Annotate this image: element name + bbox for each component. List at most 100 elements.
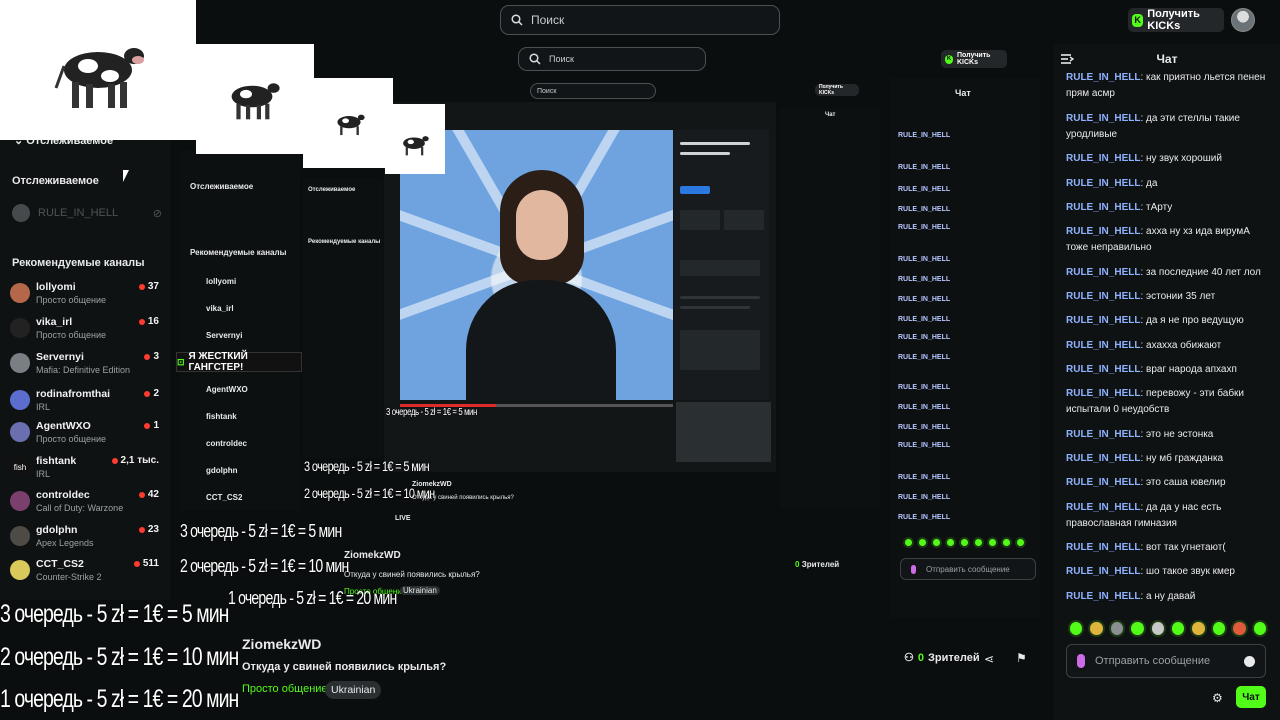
queue-line: 3 очередь - 5 zł = 1€ = 5 мин — [180, 521, 342, 541]
chat-username[interactable]: RULE_IN_HELL — [1066, 113, 1140, 124]
avatar — [10, 390, 30, 410]
dancing-cow-icon — [398, 125, 430, 163]
chat-username[interactable]: RULE_IN_HELL — [1066, 388, 1140, 399]
nested-chat-user: RULE_IN_HELL — [898, 494, 951, 501]
chat-username[interactable]: RULE_IN_HELL — [1066, 291, 1140, 302]
emote-icon[interactable] — [1170, 620, 1187, 637]
chat-username[interactable]: RULE_IN_HELL — [1066, 477, 1140, 488]
chat-input[interactable]: Отправить сообщение — [1066, 644, 1266, 678]
emote-icon[interactable] — [1231, 620, 1248, 637]
viewer-count: 23 — [139, 524, 159, 535]
chat-text: : ну мб гражданка — [1140, 453, 1224, 464]
nested-chat-user: RULE_IN_HELL — [898, 442, 951, 449]
sidebar-item-channel[interactable]: controldec Call of Duty: Warzone 42 — [10, 488, 160, 520]
avatar — [10, 491, 30, 511]
sidebar-item-channel[interactable]: CCT_CS2 Counter-Strike 2 511 — [10, 557, 160, 589]
sidebar-item-channel[interactable]: gdolphn Apex Legends 23 — [10, 523, 160, 555]
chat-text: : враг народа апхахп — [1140, 364, 1237, 375]
chat-text: : это саша ювелир — [1140, 477, 1226, 488]
sidebar-item-channel[interactable]: fish fishtank IRL 2,1 тыс. — [10, 454, 160, 486]
avatar — [10, 353, 30, 373]
chat-username[interactable]: RULE_IN_HELL — [1066, 153, 1140, 164]
dancing-cow-icon — [222, 66, 282, 130]
gear-icon[interactable]: ⚙ — [1212, 692, 1224, 704]
chat-text: : эстонии 35 лет — [1140, 291, 1216, 302]
chat-message: RULE_IN_HELL: шо такое звук кмер — [1066, 564, 1266, 580]
stream-title: Откуда у свиней появились крылья? — [242, 661, 447, 673]
mic-icon[interactable] — [1077, 654, 1085, 668]
chat-username[interactable]: RULE_IN_HELL — [1066, 542, 1140, 553]
mic-icon — [911, 564, 916, 574]
share-icon[interactable]: ⋖ — [984, 652, 994, 666]
chat-username[interactable]: RULE_IN_HELL — [1066, 502, 1140, 513]
chat-message: RULE_IN_HELL: ахха ну хз ида вирумА тоже… — [1066, 224, 1266, 256]
chat-username[interactable]: RULE_IN_HELL — [1066, 566, 1140, 577]
emote-icon[interactable] — [1108, 620, 1126, 637]
send-chat-button[interactable]: Чат — [1236, 686, 1266, 708]
search-icon — [511, 14, 523, 26]
search-placeholder: Поиск — [531, 13, 565, 27]
chat-username[interactable]: RULE_IN_HELL — [1066, 315, 1140, 326]
channel-category: IRL — [36, 469, 51, 479]
avatar — [10, 283, 30, 303]
banner-text: Я ЖЕСТКИЙ ГАНГСТЕР! — [188, 351, 248, 373]
chat-text: : ну звук хороший — [1140, 153, 1222, 164]
search-input[interactable]: Поиск — [500, 5, 780, 35]
emote-icon[interactable] — [1210, 620, 1228, 637]
chat-message: RULE_IN_HELL: перевожу - эти бабки испыт… — [1066, 386, 1266, 418]
avatar[interactable] — [1231, 8, 1255, 32]
chat-username[interactable]: RULE_IN_HELL — [1066, 226, 1140, 237]
chat-message: RULE_IN_HELL: ну мб гражданка — [1066, 451, 1266, 467]
channel-name: vika_irl — [36, 316, 73, 328]
sidebar-item-channel[interactable]: vika_irl Просто общение 16 — [10, 315, 160, 347]
offline-icon: ⊘ — [152, 207, 162, 220]
nested-viewer-count: 0 — [795, 560, 800, 569]
person-icon: ⚇ — [904, 652, 914, 664]
stream-tag[interactable]: Ukrainian — [325, 681, 382, 699]
channel-category: Просто общение — [36, 295, 106, 305]
channel-name: Servernyi — [36, 351, 84, 363]
get-kicks-button[interactable]: K Получить KICKs — [1128, 8, 1224, 32]
queue-line: 1 очередь - 5 zł = 1€ = 20 мин — [228, 588, 397, 608]
chat-username[interactable]: RULE_IN_HELL — [1066, 267, 1140, 278]
nested-chat-2 — [780, 108, 880, 508]
sidebar-item-followed[interactable]: RULE_IN_HELL ⊘ — [12, 203, 162, 223]
emote-icon[interactable] — [1129, 620, 1146, 637]
queue-line: 2 очередь - 5 zł = 1€ = 10 мин — [304, 485, 435, 501]
stream-category[interactable]: Просто общение — [242, 683, 328, 695]
chat-username[interactable]: RULE_IN_HELL — [1066, 429, 1140, 440]
avatar — [12, 204, 30, 222]
queue-line: 1 очередь - 5 zł = 1€ = 20 мин — [0, 685, 239, 713]
streamer-name[interactable]: ZiomekzWD — [242, 636, 321, 652]
emote-row — [1068, 620, 1269, 638]
sidebar-item-channel[interactable]: AgentWXO Просто общение 1 — [10, 419, 160, 451]
chat-panel — [1054, 44, 1280, 720]
viewer-count: 16 — [139, 316, 159, 327]
chat-text: : за последние 40 лет лол — [1140, 267, 1261, 278]
sidebar-item-channel[interactable]: lollyomi Просто общение 37 — [10, 280, 160, 312]
chat-username[interactable]: RULE_IN_HELL — [1066, 453, 1140, 464]
emote-icon[interactable] — [1149, 620, 1167, 637]
chat-username[interactable]: RULE_IN_HELL — [1066, 340, 1140, 351]
chat-message: RULE_IN_HELL: вот так угнетают( — [1066, 540, 1266, 556]
chat-username[interactable]: RULE_IN_HELL — [1066, 364, 1140, 375]
sidebar-item-channel[interactable]: Servernyi Mafia: Definitive Edition 3 — [10, 350, 160, 382]
gift-icon[interactable]: ⚑ — [1016, 651, 1027, 665]
chat-username[interactable]: RULE_IN_HELL — [1066, 202, 1140, 213]
get-kicks-label: Получить KICKs — [1147, 8, 1200, 32]
sidebar-item-channel[interactable]: rodinafromthai IRL 2 — [10, 387, 160, 419]
emote-icon[interactable] — [1190, 620, 1207, 637]
kick-logo-icon: K — [1132, 13, 1144, 27]
emote-icon[interactable] — [1068, 620, 1085, 637]
queue-line: 2 очередь - 5 zł = 1€ = 10 мин — [180, 556, 349, 576]
chat-message: RULE_IN_HELL: а ну давай — [1066, 589, 1266, 605]
avatar — [10, 318, 30, 338]
chat-username[interactable]: RULE_IN_HELL — [1066, 591, 1140, 602]
avatar — [10, 560, 30, 580]
emoji-icon[interactable] — [1244, 656, 1255, 667]
emote-icon[interactable] — [1251, 620, 1269, 637]
chat-username[interactable]: RULE_IN_HELL — [1066, 72, 1140, 83]
followed-channel-name: RULE_IN_HELL — [38, 207, 119, 219]
chat-username[interactable]: RULE_IN_HELL — [1066, 178, 1140, 189]
emote-icon[interactable] — [1088, 620, 1105, 637]
